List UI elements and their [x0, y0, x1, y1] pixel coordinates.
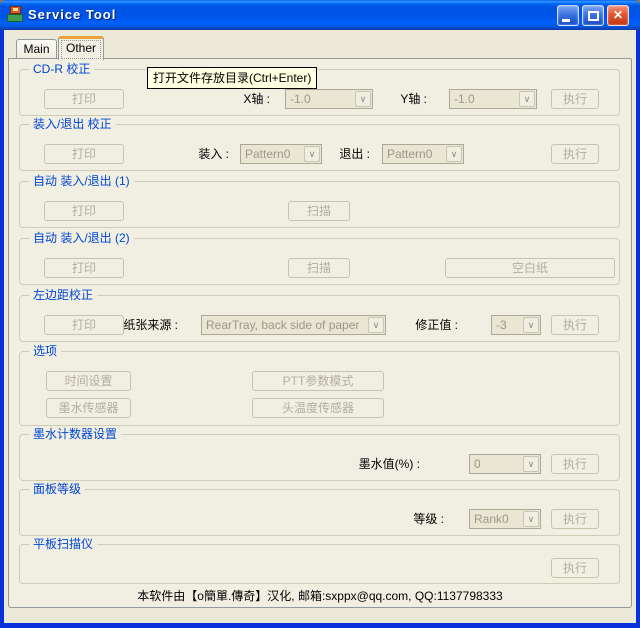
x-axis-combobox[interactable]: -1.0 ∨	[285, 89, 373, 109]
y-axis-value: -1.0	[454, 92, 475, 106]
correction-combobox[interactable]: -3 ∨	[491, 315, 541, 335]
maximize-icon	[588, 11, 599, 21]
blank-paper-button[interactable]: 空白纸	[445, 258, 615, 278]
print-button[interactable]: 打印	[44, 258, 124, 278]
tab-main-label: Main	[23, 42, 49, 56]
chevron-down-icon[interactable]: ∨	[519, 91, 535, 107]
dialog-client-area: Main Other CD-R 校正 打印 X轴 : -1.0 ∨ Y轴 : -…	[4, 30, 636, 623]
rank-value: Rank0	[474, 512, 509, 526]
head-temperature-sensor-button[interactable]: 头温度传感器	[252, 398, 384, 418]
chevron-down-icon[interactable]: ∨	[523, 511, 539, 527]
load-pattern-value: Pattern0	[245, 147, 290, 161]
group-title: 平板扫描仪	[29, 537, 97, 552]
ink-value-combobox[interactable]: 0 ∨	[469, 454, 541, 474]
x-axis-label: X轴 :	[200, 89, 270, 109]
chevron-down-icon[interactable]: ∨	[446, 146, 462, 162]
execute-button[interactable]: 执行	[551, 454, 599, 474]
paper-source-label: 纸张来源 :	[102, 315, 178, 335]
group-title: 左边距校正	[29, 288, 97, 303]
group-load-eject-calibration: 装入/退出 校正 打印 装入 : Pattern0 ∨ 退出 : Pattern…	[19, 124, 620, 171]
chevron-down-icon[interactable]: ∨	[523, 456, 539, 472]
group-title: 自动 装入/退出 (1)	[29, 174, 134, 189]
load-pattern-combobox[interactable]: Pattern0 ∨	[240, 144, 322, 164]
group-auto-load-eject-1: 自动 装入/退出 (1) 打印 扫描	[19, 181, 620, 228]
tab-other[interactable]: Other	[58, 36, 104, 60]
tooltip: 打开文件存放目录(Ctrl+Enter)	[147, 67, 317, 89]
group-flatbed-scanner: 平板扫描仪 执行	[19, 544, 620, 584]
execute-button[interactable]: 执行	[551, 89, 599, 109]
chevron-down-icon[interactable]: ∨	[368, 317, 384, 333]
chevron-down-icon[interactable]: ∨	[523, 317, 539, 333]
time-setting-button[interactable]: 时间设置	[46, 371, 131, 391]
eject-pattern-value: Pattern0	[387, 147, 432, 161]
ptt-parameter-mode-button[interactable]: PTT参数模式	[252, 371, 384, 391]
execute-button[interactable]: 执行	[551, 509, 599, 529]
group-left-margin-calibration: 左边距校正 打印 纸张来源 : RearTray, back side of p…	[19, 295, 620, 342]
print-button[interactable]: 打印	[44, 144, 124, 164]
group-title: 面板等级	[29, 482, 85, 497]
eject-pattern-combobox[interactable]: Pattern0 ∨	[382, 144, 464, 164]
load-label: 装入 :	[165, 144, 229, 164]
group-options: 选项 时间设置 PTT参数模式 墨水传感器 头温度传感器	[19, 351, 620, 426]
maximize-button[interactable]	[582, 5, 604, 26]
tab-main[interactable]: Main	[16, 39, 57, 59]
tab-page-other: CD-R 校正 打印 X轴 : -1.0 ∨ Y轴 : -1.0 ∨ 执行 装入…	[8, 58, 632, 608]
service-tool-window: Service Tool ✕ Main Other CD-R 校正 打印 X轴 …	[0, 0, 640, 628]
ink-sensor-button[interactable]: 墨水传感器	[46, 398, 131, 418]
paper-source-value: RearTray, back side of paper	[206, 318, 359, 332]
group-title: 自动 装入/退出 (2)	[29, 231, 134, 246]
group-ink-counter-setting: 墨水计数器设置 墨水值(%) : 0 ∨ 执行	[19, 434, 620, 481]
correction-value: -3	[496, 318, 507, 332]
group-title: 选项	[29, 344, 61, 359]
print-button[interactable]: 打印	[44, 201, 124, 221]
paper-source-combobox[interactable]: RearTray, back side of paper ∨	[201, 315, 386, 335]
group-cdr-calibration: CD-R 校正 打印 X轴 : -1.0 ∨ Y轴 : -1.0 ∨ 执行	[19, 69, 620, 116]
eject-label: 退出 :	[312, 144, 370, 164]
group-auto-load-eject-2: 自动 装入/退出 (2) 打印 扫描 空白纸	[19, 238, 620, 285]
ink-value: 0	[474, 457, 481, 471]
scan-button[interactable]: 扫描	[288, 258, 350, 278]
y-axis-label: Y轴 :	[375, 89, 427, 109]
execute-button[interactable]: 执行	[551, 558, 599, 578]
group-title: CD-R 校正	[29, 62, 94, 77]
rank-label: 等级 :	[388, 509, 444, 529]
localization-credit-text: 本软件由【o簡單.傳奇】汉化, 邮箱:sxppx@qq.com, QQ:1137…	[9, 587, 631, 604]
tab-focus-rect	[61, 40, 101, 59]
group-panel-rank: 面板等级 等级 : Rank0 ∨ 执行	[19, 489, 620, 536]
scan-button[interactable]: 扫描	[288, 201, 350, 221]
print-button[interactable]: 打印	[44, 89, 124, 109]
x-axis-value: -1.0	[290, 92, 311, 106]
y-axis-combobox[interactable]: -1.0 ∨	[449, 89, 537, 109]
chevron-down-icon[interactable]: ∨	[355, 91, 371, 107]
title-bar: Service Tool ✕	[0, 0, 640, 30]
close-button[interactable]: ✕	[607, 5, 629, 26]
close-icon: ✕	[613, 8, 623, 22]
ink-value-label: 墨水值(%) :	[330, 454, 420, 474]
minimize-button[interactable]	[557, 5, 579, 26]
group-title: 装入/退出 校正	[29, 117, 116, 132]
window-title: Service Tool	[28, 7, 116, 22]
correction-label: 修正值 :	[396, 315, 458, 335]
minimize-icon	[562, 19, 570, 22]
rank-combobox[interactable]: Rank0 ∨	[469, 509, 541, 529]
group-title: 墨水计数器设置	[29, 427, 121, 442]
execute-button[interactable]: 执行	[551, 315, 599, 335]
execute-button[interactable]: 执行	[551, 144, 599, 164]
app-icon	[7, 6, 24, 23]
